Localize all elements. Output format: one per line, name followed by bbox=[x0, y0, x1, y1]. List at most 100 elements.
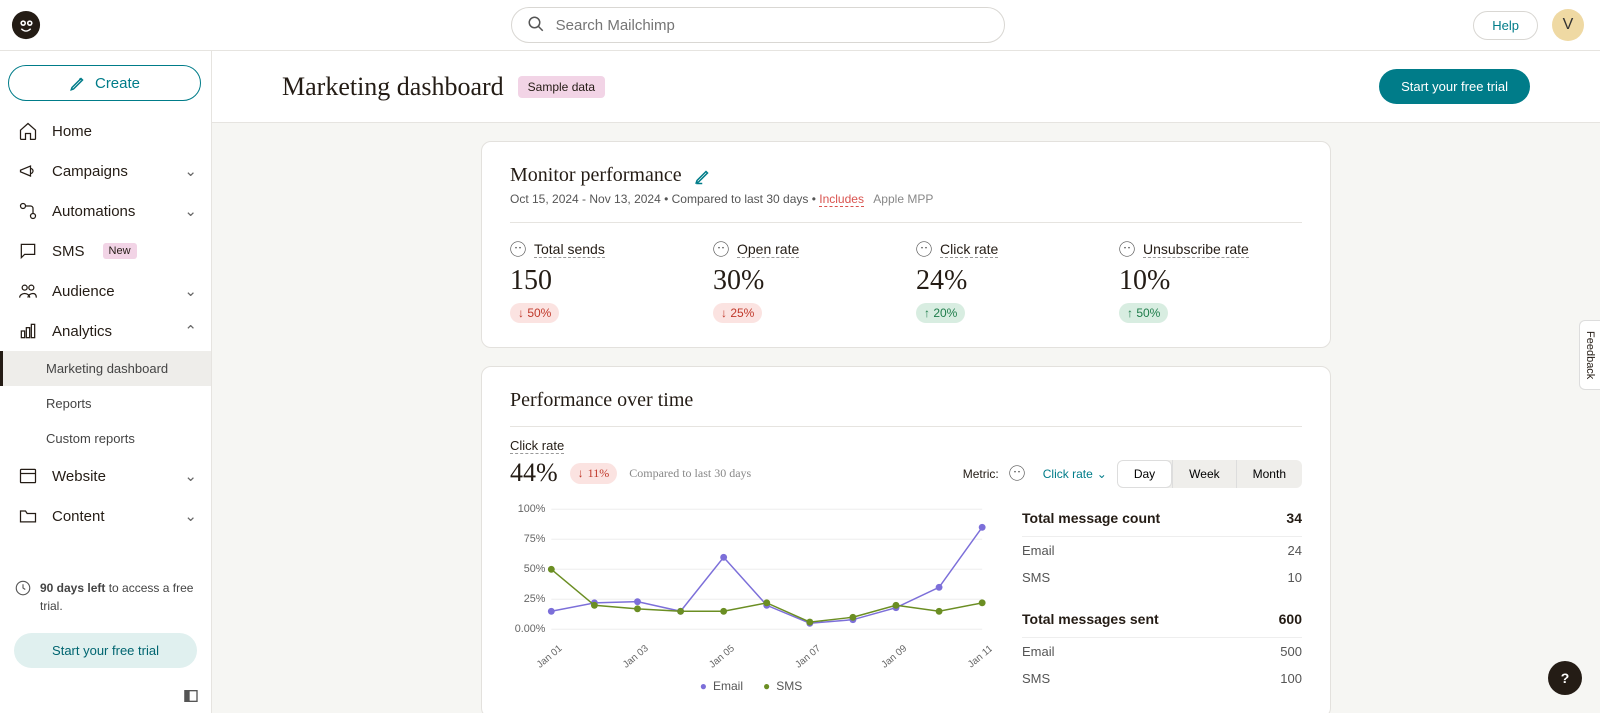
svg-text:75%: 75% bbox=[524, 533, 546, 545]
subnav-marketing-dashboard[interactable]: Marketing dashboard bbox=[0, 351, 211, 386]
chevron-up-icon: ⌃ bbox=[184, 322, 197, 340]
nav-label: Website bbox=[52, 468, 106, 485]
seg-day[interactable]: Day bbox=[1117, 460, 1172, 488]
nav-home[interactable]: Home bbox=[0, 111, 211, 151]
svg-text:Jan 03: Jan 03 bbox=[621, 643, 651, 670]
chevron-down-icon: ⌄ bbox=[1097, 467, 1107, 481]
topbar: Help V bbox=[0, 0, 1600, 51]
chimp-icon bbox=[916, 241, 934, 259]
clock-icon bbox=[14, 579, 32, 602]
megaphone-icon bbox=[18, 161, 38, 181]
metric-block: Open rate 30% ↓ 25% bbox=[713, 241, 896, 323]
metric-block: Click rate 24% ↑ 20% bbox=[916, 241, 1099, 323]
time-segment: Day Week Month bbox=[1117, 460, 1302, 488]
metric-value: 24% bbox=[916, 265, 1099, 297]
sidebar: Create Home Campaigns ⌄ Automations ⌄ SM… bbox=[0, 51, 212, 713]
chimp-icon bbox=[1009, 465, 1027, 483]
help-button[interactable]: Help bbox=[1473, 11, 1538, 40]
monitor-title: Monitor performance bbox=[510, 164, 682, 187]
svg-text:100%: 100% bbox=[518, 503, 546, 515]
metric-trend: ↓ 11% bbox=[570, 463, 618, 484]
seg-month[interactable]: Month bbox=[1236, 460, 1302, 488]
metric-trend: ↓ 25% bbox=[713, 303, 762, 323]
svg-text:0.00%: 0.00% bbox=[515, 623, 546, 635]
search-container bbox=[511, 7, 1005, 43]
page-header: Marketing dashboard Sample data Start yo… bbox=[212, 51, 1600, 123]
nav-website[interactable]: Website ⌄ bbox=[0, 456, 211, 496]
metric-dropdown[interactable]: Click rate ⌄ bbox=[1043, 467, 1107, 481]
svg-text:Jan 11: Jan 11 bbox=[966, 643, 992, 670]
chart-area: 0.00%25%50%75%100%Jan 01Jan 03Jan 05Jan … bbox=[510, 500, 992, 693]
edit-icon[interactable] bbox=[694, 172, 712, 188]
create-button[interactable]: Create bbox=[8, 65, 201, 101]
nav-content[interactable]: Content ⌄ bbox=[0, 496, 211, 536]
chimp-icon bbox=[713, 241, 731, 259]
nav-analytics[interactable]: Analytics ⌃ bbox=[0, 311, 211, 351]
nav-sms[interactable]: SMS New bbox=[0, 231, 211, 271]
metric-selector-label: Metric: bbox=[963, 467, 999, 481]
mailchimp-logo[interactable] bbox=[10, 9, 42, 41]
performance-title: Performance over time bbox=[510, 389, 693, 412]
main-content: Marketing dashboard Sample data Start yo… bbox=[212, 51, 1600, 713]
metric-value: 150 bbox=[510, 265, 693, 297]
trial-notice: 90 days left to access a free trial. bbox=[0, 569, 211, 625]
chevron-down-icon: ⌄ bbox=[184, 282, 197, 300]
stat-total: 34 bbox=[1286, 510, 1302, 526]
avatar[interactable]: V bbox=[1552, 9, 1584, 41]
sidebar-trial-button[interactable]: Start your free trial bbox=[14, 633, 197, 668]
search-input[interactable] bbox=[511, 7, 1005, 43]
metric-trend: ↑ 20% bbox=[916, 303, 965, 323]
metric-value: 30% bbox=[713, 265, 896, 297]
nav-campaigns[interactable]: Campaigns ⌄ bbox=[0, 151, 211, 191]
flow-icon bbox=[18, 201, 38, 221]
stat-row: SMS10 bbox=[1022, 564, 1302, 591]
window-icon bbox=[18, 466, 38, 486]
chimp-icon bbox=[1119, 241, 1137, 259]
nav-label: SMS bbox=[52, 243, 85, 260]
nav-automations[interactable]: Automations ⌄ bbox=[0, 191, 211, 231]
chevron-down-icon: ⌄ bbox=[184, 507, 197, 525]
stat-total: 600 bbox=[1279, 611, 1302, 627]
svg-text:Jan 09: Jan 09 bbox=[880, 643, 910, 670]
subnav-custom-reports[interactable]: Custom reports bbox=[0, 421, 211, 456]
start-trial-button[interactable]: Start your free trial bbox=[1379, 69, 1530, 104]
create-label: Create bbox=[95, 75, 140, 92]
apple-mpp-text: Apple MPP bbox=[873, 192, 933, 206]
metric-label: Unsubscribe rate bbox=[1143, 241, 1249, 258]
metric-block: Unsubscribe rate 10% ↑ 50% bbox=[1119, 241, 1302, 323]
people-icon bbox=[18, 281, 38, 301]
trial-days: 90 days left bbox=[40, 581, 105, 595]
performance-card: Performance over time Click rate 44% ↓ 1… bbox=[481, 366, 1331, 713]
page-title: Marketing dashboard bbox=[282, 72, 504, 102]
help-fab[interactable]: ? bbox=[1548, 661, 1582, 695]
metric-label: Total sends bbox=[534, 241, 605, 258]
metric-value: 10% bbox=[1119, 265, 1302, 297]
svg-text:Jan 07: Jan 07 bbox=[793, 643, 823, 670]
svg-text:50%: 50% bbox=[524, 563, 546, 575]
chat-icon bbox=[18, 241, 38, 261]
sample-data-badge: Sample data bbox=[518, 76, 605, 98]
seg-week[interactable]: Week bbox=[1172, 460, 1235, 488]
feedback-tab[interactable]: Feedback bbox=[1579, 320, 1600, 390]
nav-label: Home bbox=[52, 123, 92, 140]
collapse-sidebar-icon[interactable] bbox=[0, 682, 211, 713]
stat-title: Total message count bbox=[1022, 510, 1160, 526]
monitor-performance-card: Monitor performance Oct 15, 2024 - Nov 1… bbox=[481, 141, 1331, 348]
includes-link[interactable]: Includes bbox=[819, 192, 864, 207]
subnav-reports[interactable]: Reports bbox=[0, 386, 211, 421]
svg-text:25%: 25% bbox=[524, 593, 546, 605]
legend-email: Email bbox=[700, 679, 743, 693]
stat-row: Email24 bbox=[1022, 537, 1302, 564]
svg-text:Jan 01: Jan 01 bbox=[535, 643, 565, 670]
side-stats: Total message count34 Email24SMS10 Total… bbox=[1022, 500, 1302, 693]
chart-legend: Email SMS bbox=[510, 679, 992, 693]
metric-label: Open rate bbox=[737, 241, 799, 258]
nav-audience[interactable]: Audience ⌄ bbox=[0, 271, 211, 311]
stat-row: SMS100 bbox=[1022, 665, 1302, 692]
nav-label: Audience bbox=[52, 283, 115, 300]
home-icon bbox=[18, 121, 38, 141]
nav-label: Automations bbox=[52, 203, 135, 220]
nav-label: Campaigns bbox=[52, 163, 128, 180]
chimp-icon bbox=[510, 241, 528, 259]
search-icon bbox=[527, 15, 545, 36]
